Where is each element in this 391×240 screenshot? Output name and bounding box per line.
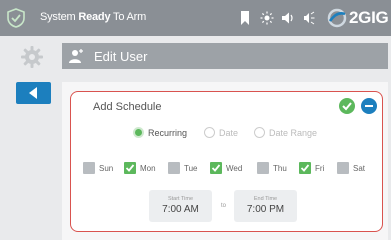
radio-date[interactable]: Date xyxy=(204,127,238,138)
radio-label: Date Range xyxy=(269,127,318,138)
start-time-label: Start Time xyxy=(167,196,194,202)
radio-date-range[interactable]: Date Range xyxy=(254,127,317,138)
day-selector: Sun Mon Tue Wed Thu Fri Sat xyxy=(71,162,382,176)
radio-label: Date xyxy=(219,127,239,138)
radio-dot xyxy=(254,127,265,138)
brand-logo: 2GIG xyxy=(327,6,389,30)
day-label: Sun xyxy=(99,163,114,173)
day-tue[interactable]: Tue xyxy=(168,162,198,174)
check-icon xyxy=(300,164,310,172)
status-suffix: To Arm xyxy=(110,11,147,23)
day-wed[interactable]: Wed xyxy=(210,162,242,174)
gear-icon[interactable] xyxy=(20,45,44,69)
bookmark-icon[interactable] xyxy=(240,11,250,25)
check-icon xyxy=(211,164,221,172)
checkbox xyxy=(124,162,136,174)
day-label: Thu xyxy=(273,163,287,173)
status-prefix: System xyxy=(40,11,79,23)
end-time-picker[interactable]: End Time 7:00 PM xyxy=(234,190,297,222)
chime-icon[interactable] xyxy=(303,11,315,25)
brand-name: 2GIG xyxy=(349,8,389,27)
page-title: Edit User xyxy=(94,49,148,64)
add-schedule-card: Add Schedule Recurring Date Date Range S… xyxy=(70,91,383,232)
checkbox xyxy=(210,162,222,174)
end-time-label: End Time xyxy=(253,196,278,202)
checkbox xyxy=(337,162,349,174)
day-label: Wed xyxy=(226,163,243,173)
radio-recurring[interactable]: Recurring xyxy=(133,127,187,138)
time-separator: to xyxy=(221,203,227,209)
day-label: Sat xyxy=(353,163,366,173)
radio-dot xyxy=(133,127,144,138)
end-time-value: 7:00 PM xyxy=(246,204,285,215)
checkbox xyxy=(83,162,95,174)
radio-dot xyxy=(204,127,215,138)
checkbox xyxy=(168,162,180,174)
schedule-type-group: Recurring Date Date Range xyxy=(71,127,382,141)
user-icon xyxy=(69,49,83,63)
day-label: Fri xyxy=(315,163,325,173)
checkbox xyxy=(299,162,311,174)
remove-circle-icon[interactable] xyxy=(361,98,377,114)
volume-icon[interactable] xyxy=(281,11,296,25)
start-time-value: 7:00 AM xyxy=(162,204,199,215)
day-sun[interactable]: Sun xyxy=(83,162,113,174)
brightness-icon[interactable] xyxy=(260,11,274,25)
day-thu[interactable]: Thu xyxy=(257,162,287,174)
arrow-left-icon xyxy=(29,87,37,99)
checkbox xyxy=(257,162,269,174)
shield-check-icon[interactable] xyxy=(6,8,26,28)
check-circle-icon[interactable] xyxy=(339,98,355,114)
back-button[interactable] xyxy=(16,82,51,104)
day-label: Mon xyxy=(140,163,156,173)
system-status-text: System Ready To Arm xyxy=(40,11,146,23)
radio-label: Recurring xyxy=(148,127,188,138)
card-title: Add Schedule xyxy=(93,101,162,113)
day-fri[interactable]: Fri xyxy=(299,162,324,174)
start-time-picker[interactable]: Start Time 7:00 AM xyxy=(149,190,212,222)
day-sat[interactable]: Sat xyxy=(337,162,365,174)
page-header: Edit User xyxy=(62,43,388,69)
day-mon[interactable]: Mon xyxy=(124,162,156,174)
check-icon xyxy=(125,164,135,172)
status-ready: Ready xyxy=(78,11,111,23)
status-bar: System Ready To Arm 2GIG xyxy=(0,0,391,36)
logo-swoosh-icon xyxy=(327,8,347,28)
day-label: Tue xyxy=(184,163,198,173)
